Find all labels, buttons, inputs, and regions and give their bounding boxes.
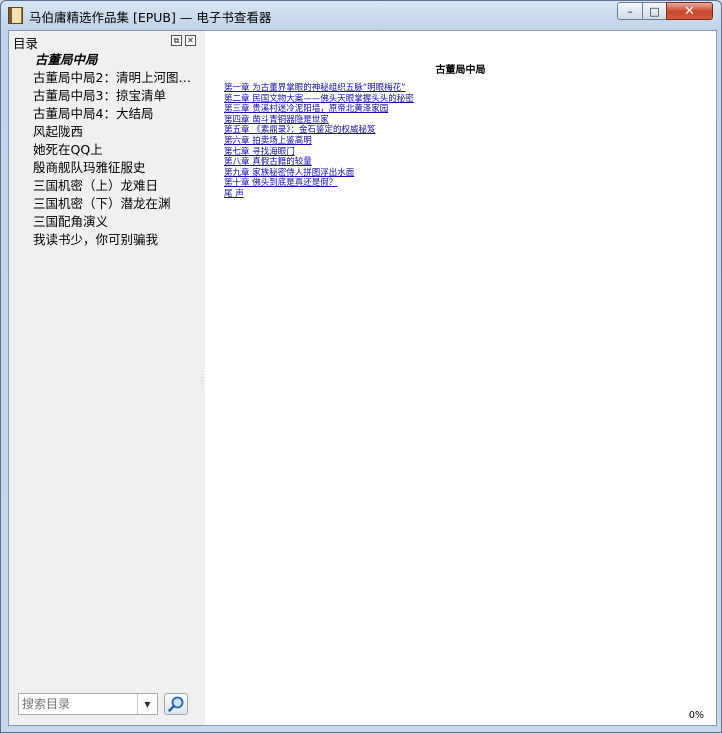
reading-progress: 0% (688, 710, 704, 721)
toc-header: 目录 (13, 36, 39, 51)
search-history-dropdown[interactable]: ▼ (137, 694, 157, 714)
search-button[interactable] (164, 693, 188, 715)
toc-float-icon[interactable]: ⧉ (171, 35, 182, 46)
splitter-grip-icon[interactable]: · · · · · · (201, 370, 203, 391)
toc-item[interactable]: 古董局中局4：大结局 (33, 105, 201, 123)
chapter-link[interactable]: 第一章 为古董界掌眼的神秘组织五脉“明眼梅花” (224, 83, 414, 94)
toc-close-icon[interactable]: ✕ (185, 35, 196, 46)
toc-item[interactable]: 我读书少，你可别骗我 (33, 231, 201, 249)
chapter-link[interactable]: 第二章 民国文物大案——佛头天眼掌握头头的秘密 (224, 94, 414, 105)
chapter-link[interactable]: 第八章 真假古籍的较量 (224, 157, 414, 168)
title-bar[interactable]: 马伯庸精选作品集 [EPUB] — 电子书查看器 – □ ✕ (1, 1, 721, 30)
toc-item[interactable]: 殷商舰队玛雅征服史 (33, 159, 201, 177)
chapter-link[interactable]: 第七章 寻找海眼门 (224, 147, 414, 158)
toc-item[interactable]: 三国机密（上）龙难日 (33, 177, 201, 195)
app-window: 马伯庸精选作品集 [EPUB] — 电子书查看器 – □ ✕ 目录 ⧉ ✕ 古董… (0, 0, 722, 733)
chapter-link[interactable]: 第四章 凿斗青铜器隐是世家 (224, 115, 414, 126)
chapter-link[interactable]: 第六章 拍卖场上鉴高明 (224, 136, 414, 147)
toc-item[interactable]: 古董局中局2：清明上河图之谜 (33, 69, 201, 87)
maximize-button[interactable]: □ (642, 2, 667, 20)
book-title: 古董局中局 (435, 65, 486, 76)
chapter-link[interactable]: 第三章 贵溪村迷冷泥阳墙，原帝北黄泽家园 (224, 104, 414, 115)
viewer-client-area: 目录 ⧉ ✕ 古董局中局 古董局中局2：清明上河图之谜 古董局中局3：掠宝清单 … (8, 30, 717, 726)
chapter-link[interactable]: 第五章 《素鼎录》：金石鉴定的权威秘笈 (224, 125, 414, 136)
chapter-link[interactable]: 第十章 佛头到底是真还是假？ (224, 178, 414, 189)
toc-panel: 目录 ⧉ ✕ 古董局中局 古董局中局2：清明上河图之谜 古董局中局3：掠宝清单 … (9, 31, 203, 725)
window-title: 马伯庸精选作品集 [EPUB] — 电子书查看器 (29, 10, 272, 25)
chapter-list: 第一章 为古董界掌眼的神秘组织五脉“明眼梅花” 第二章 民国文物大案——佛头天眼… (224, 83, 414, 200)
toc-list: 古董局中局 古董局中局2：清明上河图之谜 古董局中局3：掠宝清单 古董局中局4：… (33, 51, 201, 249)
minimize-button[interactable]: – (617, 2, 643, 20)
toc-item[interactable]: 她死在QQ上 (33, 141, 201, 159)
toc-item[interactable]: 古董局中局3：掠宝清单 (33, 87, 201, 105)
toc-item[interactable]: 古董局中局 (33, 51, 201, 69)
toc-item[interactable]: 风起陇西 (33, 123, 201, 141)
book-app-icon[interactable] (8, 7, 23, 24)
book-content-view: 古董局中局 第一章 为古董界掌眼的神秘组织五脉“明眼梅花” 第二章 民国文物大案… (205, 31, 716, 725)
toc-search-box: ▼ (18, 693, 158, 715)
toc-item[interactable]: 三国机密（下）潜龙在渊 (33, 195, 201, 213)
chevron-down-icon: ▼ (144, 699, 151, 709)
toc-search-input[interactable] (19, 694, 135, 714)
search-icon (168, 696, 184, 712)
toc-item[interactable]: 三国配角演义 (33, 213, 201, 231)
close-button[interactable]: ✕ (666, 2, 713, 20)
chapter-link[interactable]: 第九章 家族秘密侍人拼图浮出水面 (224, 168, 414, 179)
chapter-link[interactable]: 尾 声 (224, 189, 414, 200)
